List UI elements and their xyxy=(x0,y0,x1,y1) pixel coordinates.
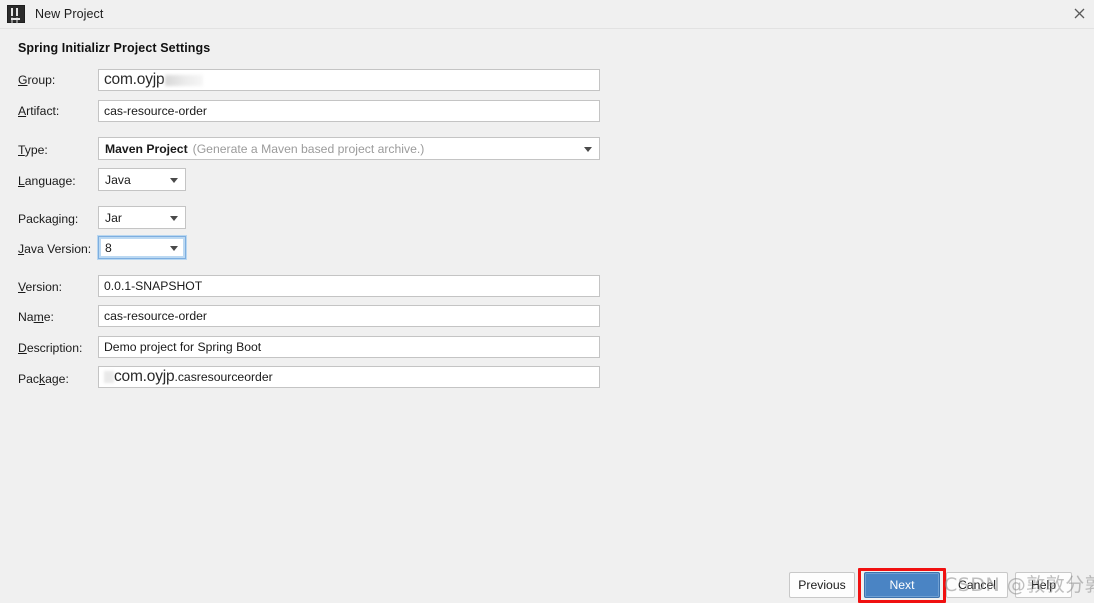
cancel-button[interactable]: Cancel xyxy=(946,572,1008,598)
next-button[interactable]: Next xyxy=(864,572,940,598)
java-version-value: 8 xyxy=(105,240,112,255)
group-value: com.oyjp xyxy=(104,70,165,88)
label-package: Package: xyxy=(18,372,69,386)
help-button[interactable]: Help xyxy=(1015,572,1072,598)
java-version-combo[interactable]: 8 xyxy=(98,236,186,259)
previous-button-label: Previous xyxy=(798,578,846,592)
description-input[interactable]: Demo project for Spring Boot xyxy=(98,336,600,358)
packaging-value: Jar xyxy=(105,210,122,225)
packaging-combo[interactable]: Jar xyxy=(98,206,186,229)
dialog-button-bar: Previous Next Cancel Help xyxy=(0,572,1094,600)
chevron-down-icon xyxy=(170,245,178,251)
name-input[interactable]: cas-resource-order xyxy=(98,305,600,327)
package-redaction xyxy=(104,371,114,383)
label-type: Type: xyxy=(18,143,48,157)
label-version: Version: xyxy=(18,280,63,294)
label-artifact: Artifact: xyxy=(18,104,60,118)
package-input[interactable]: com.oyjp .casresourceorder xyxy=(98,366,600,388)
package-value-suffix: .casresourceorder xyxy=(174,370,273,384)
label-language: Language: xyxy=(18,174,76,188)
type-value: Maven Project xyxy=(105,141,188,156)
help-button-label: Help xyxy=(1030,578,1057,592)
package-value-prefix: com.oyjp xyxy=(114,367,175,385)
label-group: Group: xyxy=(18,73,56,87)
cancel-button-label: Cancel xyxy=(958,578,996,592)
chevron-down-icon xyxy=(170,215,178,221)
project-settings-form: Group: com.oyjp Artifact: cas-resource-o… xyxy=(0,0,1094,603)
group-redaction xyxy=(165,74,204,86)
group-input[interactable]: com.oyjp xyxy=(98,69,600,91)
next-button-label: Next xyxy=(889,578,915,592)
label-description: Description: xyxy=(18,341,83,355)
label-packaging: Packaging: xyxy=(18,212,79,226)
label-name: Name: xyxy=(18,310,54,324)
language-combo[interactable]: Java xyxy=(98,168,186,191)
version-input[interactable]: 0.0.1-SNAPSHOT xyxy=(98,275,600,297)
chevron-down-icon xyxy=(170,177,178,183)
artifact-input[interactable]: cas-resource-order xyxy=(98,100,600,122)
type-hint: (Generate a Maven based project archive.… xyxy=(192,141,425,156)
language-value: Java xyxy=(105,172,131,187)
label-java-version: Java Version: xyxy=(18,242,92,256)
type-combo[interactable]: Maven Project (Generate a Maven based pr… xyxy=(98,137,600,160)
chevron-down-icon xyxy=(584,146,592,152)
previous-button[interactable]: Previous xyxy=(789,572,855,598)
